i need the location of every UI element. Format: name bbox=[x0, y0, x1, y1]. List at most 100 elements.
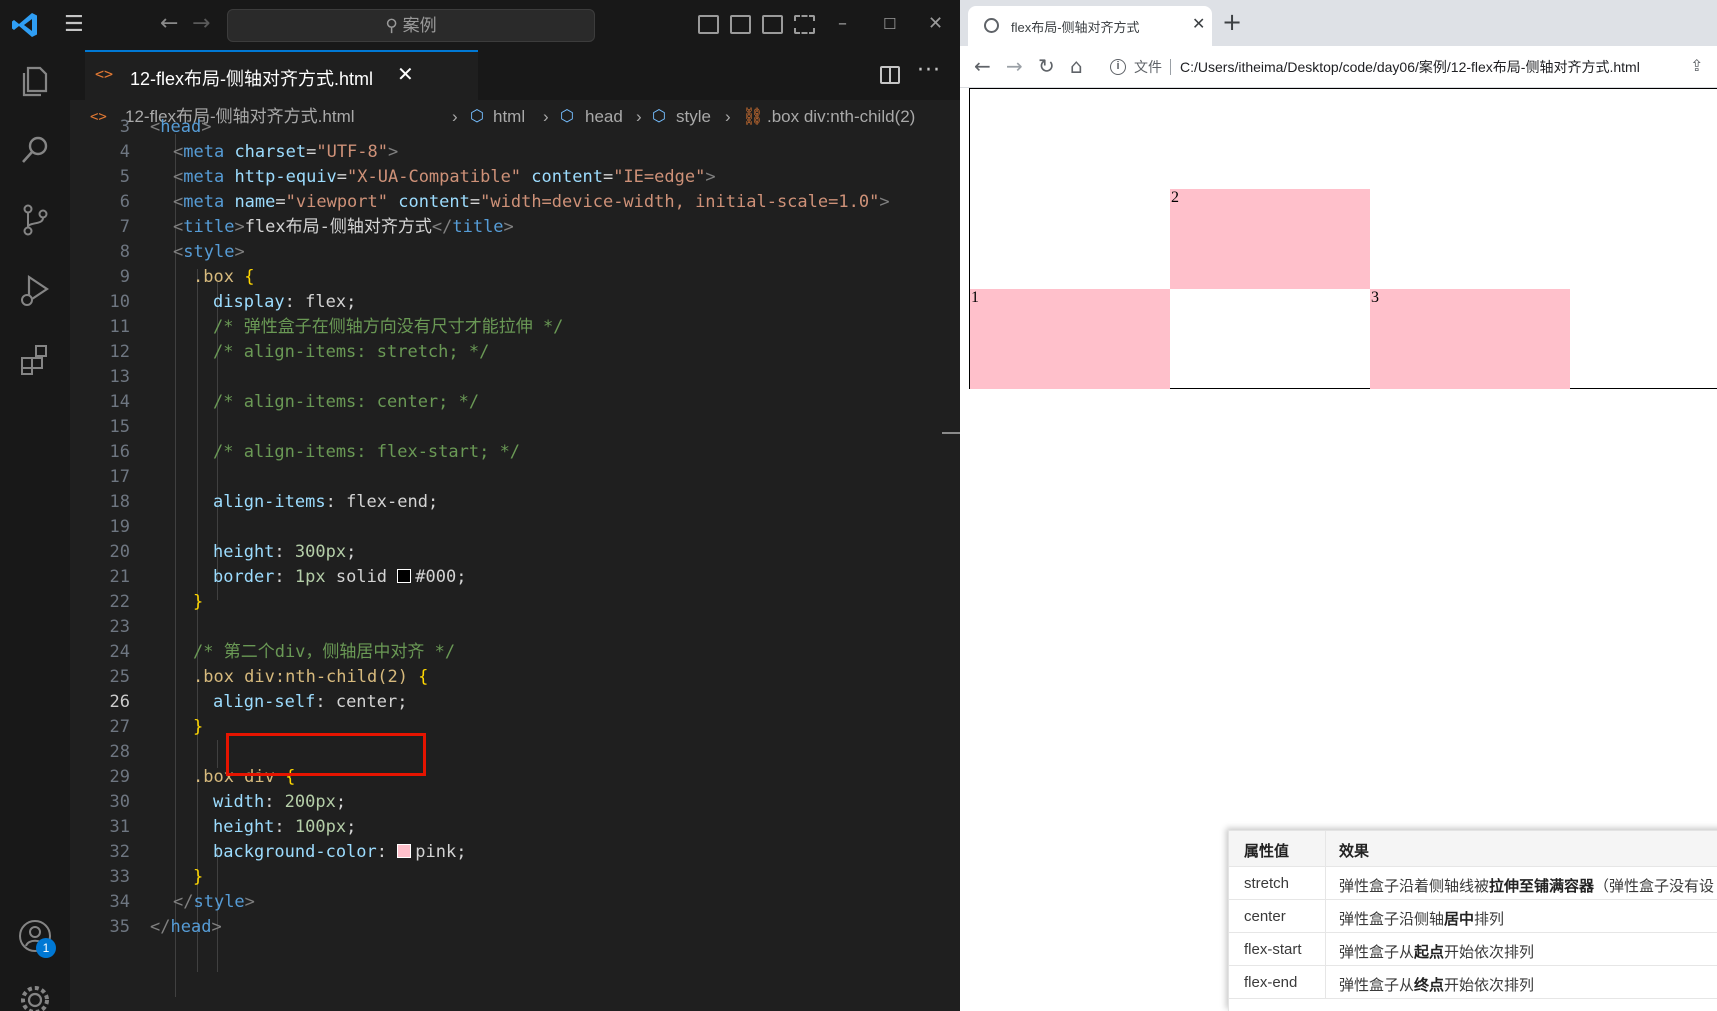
reload-icon[interactable]: ↻ bbox=[1038, 54, 1055, 78]
code-line[interactable]: 29 .box div { bbox=[70, 764, 960, 791]
code-line[interactable]: 30 width: 200px; bbox=[70, 789, 960, 816]
address-bar[interactable]: i 文件 C:/Users/itheima/Desktop/code/day06… bbox=[1110, 52, 1708, 82]
code-line[interactable]: 33} bbox=[70, 864, 960, 891]
info-icon[interactable]: i bbox=[1110, 59, 1126, 75]
code-line[interactable]: 32 background-color: pink; bbox=[70, 839, 960, 866]
code-text: <style> bbox=[173, 239, 245, 266]
color-swatch[interactable] bbox=[397, 844, 412, 858]
line-number: 9 bbox=[119, 267, 130, 287]
url-text[interactable]: C:/Users/itheima/Desktop/code/day06/案例/1… bbox=[1180, 52, 1640, 82]
scrollbar-marker[interactable] bbox=[942, 432, 960, 434]
maximize-icon[interactable]: ☐ bbox=[883, 12, 896, 36]
customize-layout-icon[interactable] bbox=[794, 15, 815, 34]
property-value: flex-end bbox=[1244, 974, 1298, 991]
code-token: charset bbox=[234, 142, 307, 162]
code-line[interactable]: 12 /* align-items: stretch; */ bbox=[70, 339, 960, 366]
divider bbox=[1325, 831, 1326, 867]
run-debug-icon[interactable] bbox=[15, 270, 55, 310]
effect-text: 弹性盒子从 bbox=[1339, 977, 1415, 994]
split-editor-icon[interactable] bbox=[880, 66, 900, 84]
code-line[interactable]: 19 bbox=[70, 514, 960, 541]
code-line[interactable]: 27} bbox=[70, 714, 960, 741]
code-line[interactable]: 13 bbox=[70, 364, 960, 391]
property-value: center bbox=[1244, 908, 1286, 925]
html-file-icon: <> bbox=[95, 65, 114, 83]
code-token: > bbox=[211, 917, 222, 937]
menu-icon[interactable]: ☰ bbox=[64, 14, 92, 36]
code-line[interactable]: 34 </style> bbox=[70, 889, 960, 916]
close-icon[interactable]: ✕ bbox=[397, 62, 414, 86]
code-line[interactable]: 28 bbox=[70, 739, 960, 766]
code-line[interactable]: 14 /* align-items: center; */ bbox=[70, 389, 960, 416]
editor-tab[interactable]: <> 12-flex布局-侧轴对齐方式.html ✕ bbox=[85, 50, 478, 100]
line-number: 34 bbox=[109, 892, 130, 912]
close-icon[interactable]: ✕ bbox=[1192, 14, 1205, 33]
back-icon[interactable]: ← bbox=[160, 12, 178, 36]
browser-tab[interactable]: flex布局-侧轴对齐方式 ✕ bbox=[968, 6, 1212, 46]
code-token: : bbox=[274, 567, 295, 587]
toggle-primary-sidebar-icon[interactable] bbox=[698, 15, 719, 34]
effect-emphasis: 居中 bbox=[1444, 911, 1475, 928]
code-line[interactable]: 4 <meta charset="UTF-8"> bbox=[70, 139, 960, 166]
source-control-icon[interactable] bbox=[15, 200, 55, 240]
code-line[interactable]: 26 align-self: center; bbox=[70, 689, 960, 716]
code-token: < bbox=[173, 217, 184, 237]
toggle-panel-icon[interactable] bbox=[730, 15, 751, 34]
code-editor[interactable]: 3 <head> 4 <meta charset="UTF-8"> 5 <meta htt… bbox=[70, 117, 960, 1011]
line-number: 11 bbox=[109, 317, 130, 337]
code-token: 300px bbox=[294, 542, 347, 562]
close-window-icon[interactable]: ✕ bbox=[928, 12, 943, 36]
more-actions-icon[interactable]: ··· bbox=[917, 58, 941, 83]
color-swatch[interactable] bbox=[397, 569, 412, 583]
forward-icon[interactable]: → bbox=[192, 12, 210, 36]
line-number: 13 bbox=[109, 367, 130, 387]
code-line[interactable]: 8 <style> bbox=[70, 239, 960, 266]
code-line[interactable]: 3 <head> bbox=[70, 114, 960, 141]
settings-gear-icon[interactable] bbox=[15, 980, 55, 1011]
code-text: /* 弹性盒子在侧轴方向没有尺寸才能拉伸 */ bbox=[213, 314, 563, 341]
code-line[interactable]: 7 <title>flex布局-侧轴对齐方式</title> bbox=[70, 214, 960, 241]
new-tab-button[interactable]: + bbox=[1222, 8, 1242, 36]
property-value: flex-start bbox=[1244, 941, 1302, 958]
code-line[interactable]: 18 align-items: flex-end; bbox=[70, 489, 960, 516]
code-token: > bbox=[705, 167, 716, 187]
code-token: http-equiv bbox=[234, 167, 337, 187]
code-line[interactable]: 17 bbox=[70, 464, 960, 491]
code-line[interactable]: 5 <meta http-equiv="X-UA-Compatible" cont… bbox=[70, 164, 960, 191]
share-icon[interactable]: ⇪ bbox=[1690, 56, 1703, 75]
code-line[interactable]: 11 /* 弹性盒子在侧轴方向没有尺寸才能拉伸 */ bbox=[70, 314, 960, 341]
search-icon[interactable] bbox=[15, 130, 55, 170]
command-center[interactable]: ⚲ 案例 bbox=[227, 9, 595, 42]
code-line[interactable]: 23 bbox=[70, 614, 960, 641]
reference-table: 属性值 效果 stretch 弹性盒子沿着侧轴线被拉伸至铺满容器（弹性盒子没有设 c… bbox=[1228, 830, 1717, 1011]
code-line[interactable]: 20 height: 300px; bbox=[70, 539, 960, 566]
effect-description: 弹性盒子从终点开始依次排列 bbox=[1339, 974, 1534, 995]
back-icon[interactable]: ← bbox=[974, 54, 991, 78]
code-line[interactable]: 16 /* align-items: flex-start; */ bbox=[70, 439, 960, 466]
code-line[interactable]: 6 <meta name="viewport" content="width=de… bbox=[70, 189, 960, 216]
code-line[interactable]: 25 .box div:nth-child(2) { bbox=[70, 664, 960, 691]
effect-text: 弹性盒子沿侧轴 bbox=[1339, 911, 1445, 928]
code-line[interactable]: 15 bbox=[70, 414, 960, 441]
divider bbox=[1325, 933, 1326, 966]
minimize-icon[interactable]: – bbox=[838, 12, 847, 36]
line-number: 20 bbox=[109, 542, 130, 562]
code-token: display bbox=[213, 292, 285, 312]
code-line[interactable]: 22} bbox=[70, 589, 960, 616]
home-icon[interactable]: ⌂ bbox=[1070, 54, 1083, 78]
code-line[interactable]: 21 border: 1px solid #000; bbox=[70, 564, 960, 591]
code-line[interactable]: 35 </head> bbox=[70, 914, 960, 941]
code-line[interactable]: 31 height: 100px; bbox=[70, 814, 960, 841]
toggle-secondary-sidebar-icon[interactable] bbox=[762, 15, 783, 34]
effect-emphasis: 终点 bbox=[1414, 977, 1445, 994]
code-line[interactable]: 10 display: flex; bbox=[70, 289, 960, 316]
extensions-icon[interactable] bbox=[15, 340, 55, 380]
line-number: 10 bbox=[109, 292, 130, 312]
code-token: /* 弹性盒子在侧轴方向没有尺寸才能拉伸 */ bbox=[213, 317, 564, 337]
code-token: = bbox=[275, 192, 286, 212]
code-line[interactable]: 9 .box { bbox=[70, 264, 960, 291]
files-icon[interactable] bbox=[15, 60, 55, 100]
code-token: border bbox=[213, 567, 275, 587]
forward-icon[interactable]: → bbox=[1006, 54, 1023, 78]
code-line[interactable]: 24 /* 第二个div，侧轴居中对齐 */ bbox=[70, 639, 960, 666]
